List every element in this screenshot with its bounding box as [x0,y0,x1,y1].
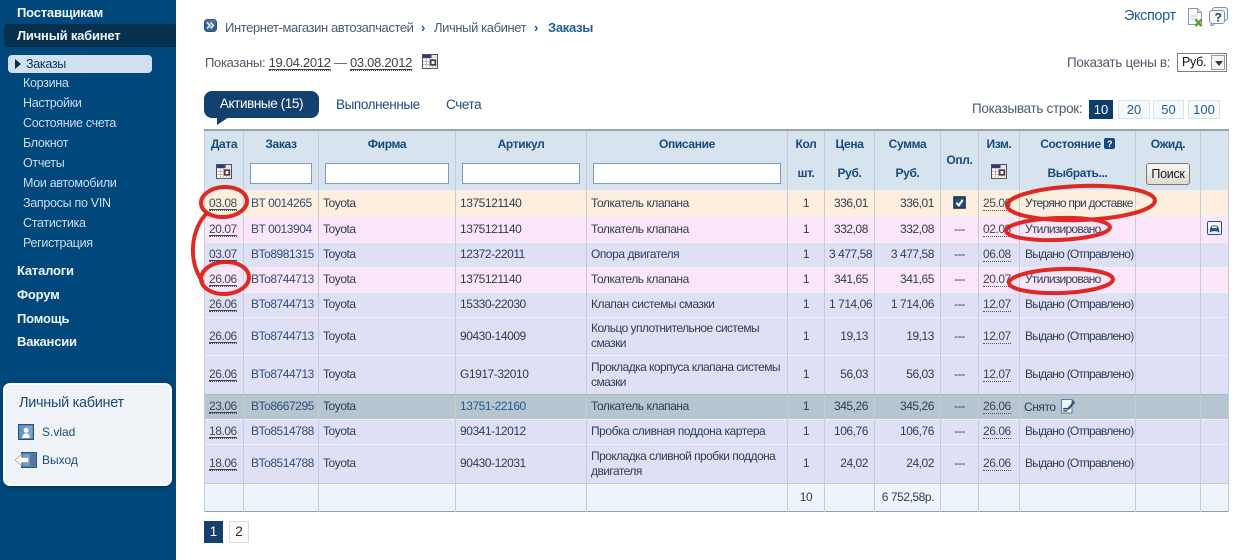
svg-text:?: ? [1107,139,1112,149]
svg-text:?: ? [1215,11,1222,25]
